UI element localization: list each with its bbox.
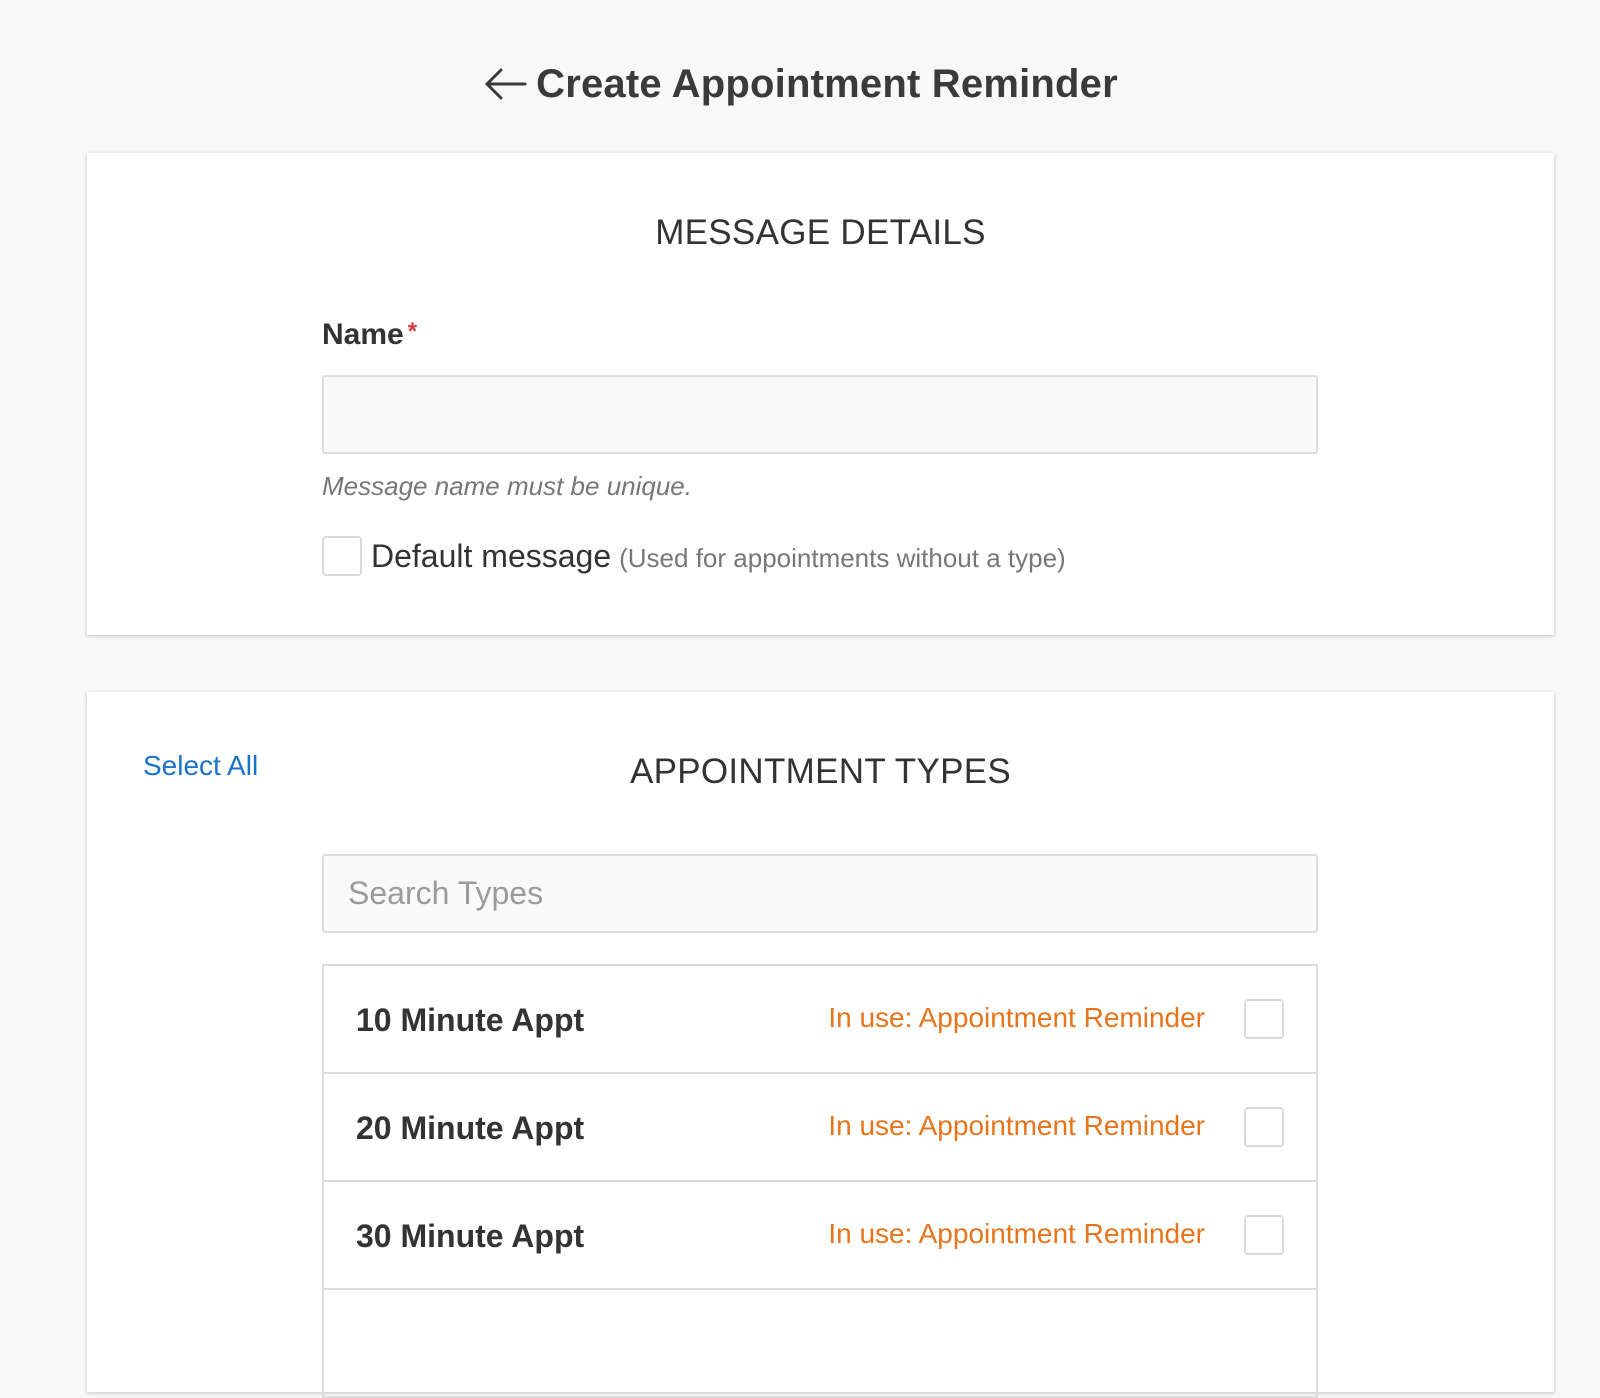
type-checkbox[interactable] xyxy=(1244,1107,1284,1147)
type-name: 10 Minute Appt xyxy=(356,1002,585,1038)
appointment-types-card: Select All APPOINTMENT TYPES 10 Minute A… xyxy=(87,692,1554,1398)
message-details-card: MESSAGE DETAILS Name * Message name must … xyxy=(87,153,1554,635)
name-input[interactable] xyxy=(322,375,1318,454)
type-row[interactable]: 30 Minute Appt In use: Appointment Remin… xyxy=(324,1182,1316,1290)
required-marker: * xyxy=(407,318,418,345)
name-label-text: Name xyxy=(322,318,404,351)
name-help-text: Message name must be unique. xyxy=(322,471,692,501)
message-details-title: MESSAGE DETAILS xyxy=(655,213,986,252)
default-message-checkbox[interactable] xyxy=(322,536,362,576)
page-header: Create Appointment Reminder xyxy=(0,54,1600,114)
type-row[interactable]: 10 Minute Appt In use: Appointment Remin… xyxy=(324,966,1316,1074)
type-name: 30 Minute Appt xyxy=(356,1218,585,1254)
appointment-types-list: 10 Minute Appt In use: Appointment Remin… xyxy=(322,964,1318,1398)
type-checkbox[interactable] xyxy=(1244,999,1284,1039)
default-message-row: Default message (Used for appointments w… xyxy=(322,536,1066,576)
type-row[interactable] xyxy=(324,1290,1316,1398)
type-status: In use: Appointment Reminder xyxy=(828,1110,1205,1141)
type-status: In use: Appointment Reminder xyxy=(828,1002,1205,1033)
name-field-label: Name * xyxy=(322,318,417,352)
default-message-label: Default message xyxy=(371,537,612,574)
search-types-input[interactable] xyxy=(322,854,1318,933)
back-button[interactable] xyxy=(482,64,528,104)
type-status: In use: Appointment Reminder xyxy=(828,1218,1205,1249)
default-message-hint: (Used for appointments without a type) xyxy=(619,542,1066,573)
page-title: Create Appointment Reminder xyxy=(536,61,1118,106)
type-row[interactable]: 20 Minute Appt In use: Appointment Remin… xyxy=(324,1074,1316,1182)
arrow-left-icon xyxy=(485,68,527,100)
appointment-types-title: APPOINTMENT TYPES xyxy=(629,752,1012,791)
type-checkbox[interactable] xyxy=(1244,1215,1284,1255)
type-name: 20 Minute Appt xyxy=(356,1110,585,1146)
